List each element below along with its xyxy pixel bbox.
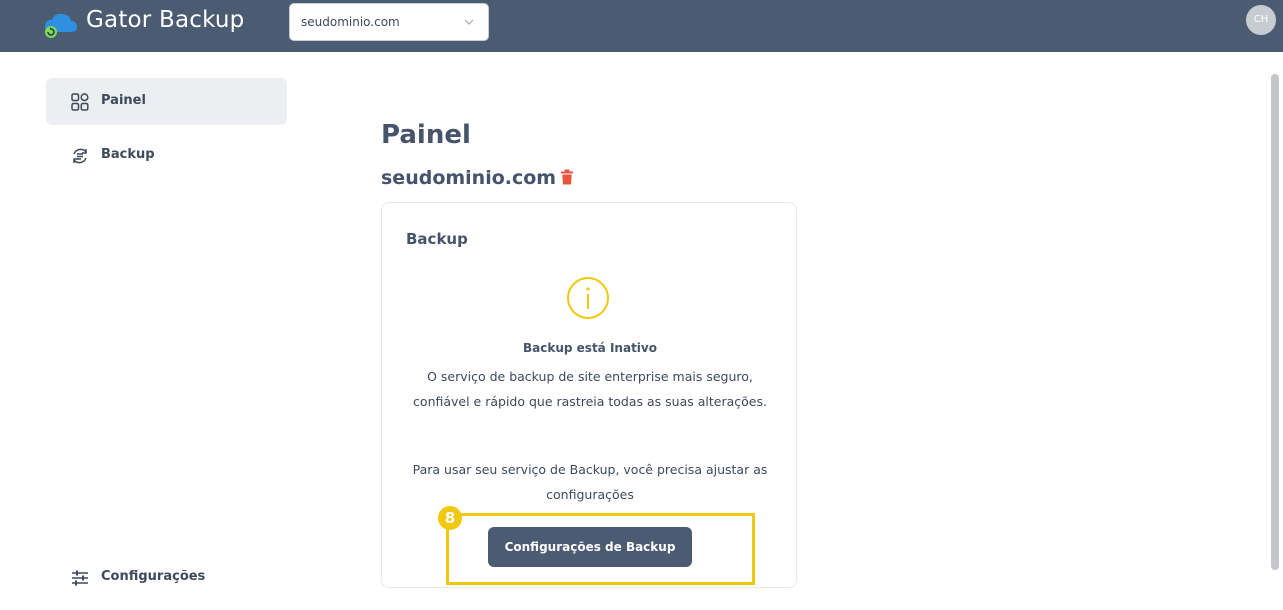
avatar[interactable]: CH [1246, 5, 1276, 35]
backup-sync-icon [73, 148, 87, 164]
trash-icon[interactable] [560, 169, 574, 185]
gator-backup-logo[interactable] [40, 8, 80, 42]
dashboard-grid-icon [71, 93, 89, 111]
domain-heading: seudominio.com [381, 167, 557, 189]
scrollbar[interactable] [1271, 74, 1279, 570]
step-number-badge: 8 [438, 506, 462, 530]
brand-name[interactable]: Gator Backup [86, 7, 244, 33]
domain-select-value: seudominio.com [301, 15, 400, 29]
sidebar-item-label: Configurações [101, 569, 206, 584]
status-title: Backup está Inativo [523, 341, 657, 355]
sliders-icon [72, 570, 88, 586]
domain-select[interactable]: seudominio.com [289, 3, 489, 41]
info-icon [567, 277, 609, 319]
sidebar-item-configuracoes[interactable]: Configurações [46, 554, 287, 601]
top-bar: Gator Backup seudominio.com CH [0, 0, 1283, 52]
card-title: Backup [406, 230, 468, 248]
page-title: Painel [381, 120, 471, 150]
sidebar-item-label: Painel [101, 93, 146, 108]
status-description: O serviço de backup de site enterprise m… [413, 369, 767, 409]
sidebar-item-label: Backup [101, 147, 155, 162]
sidebar-item-painel[interactable]: Painel [46, 78, 287, 125]
sidebar-item-backup[interactable]: Backup [46, 132, 287, 179]
tutorial-highlight-box [446, 513, 755, 585]
setup-instructions: Para usar seu serviço de Backup, você pr… [412, 462, 768, 502]
chevron-down-icon [464, 19, 474, 25]
